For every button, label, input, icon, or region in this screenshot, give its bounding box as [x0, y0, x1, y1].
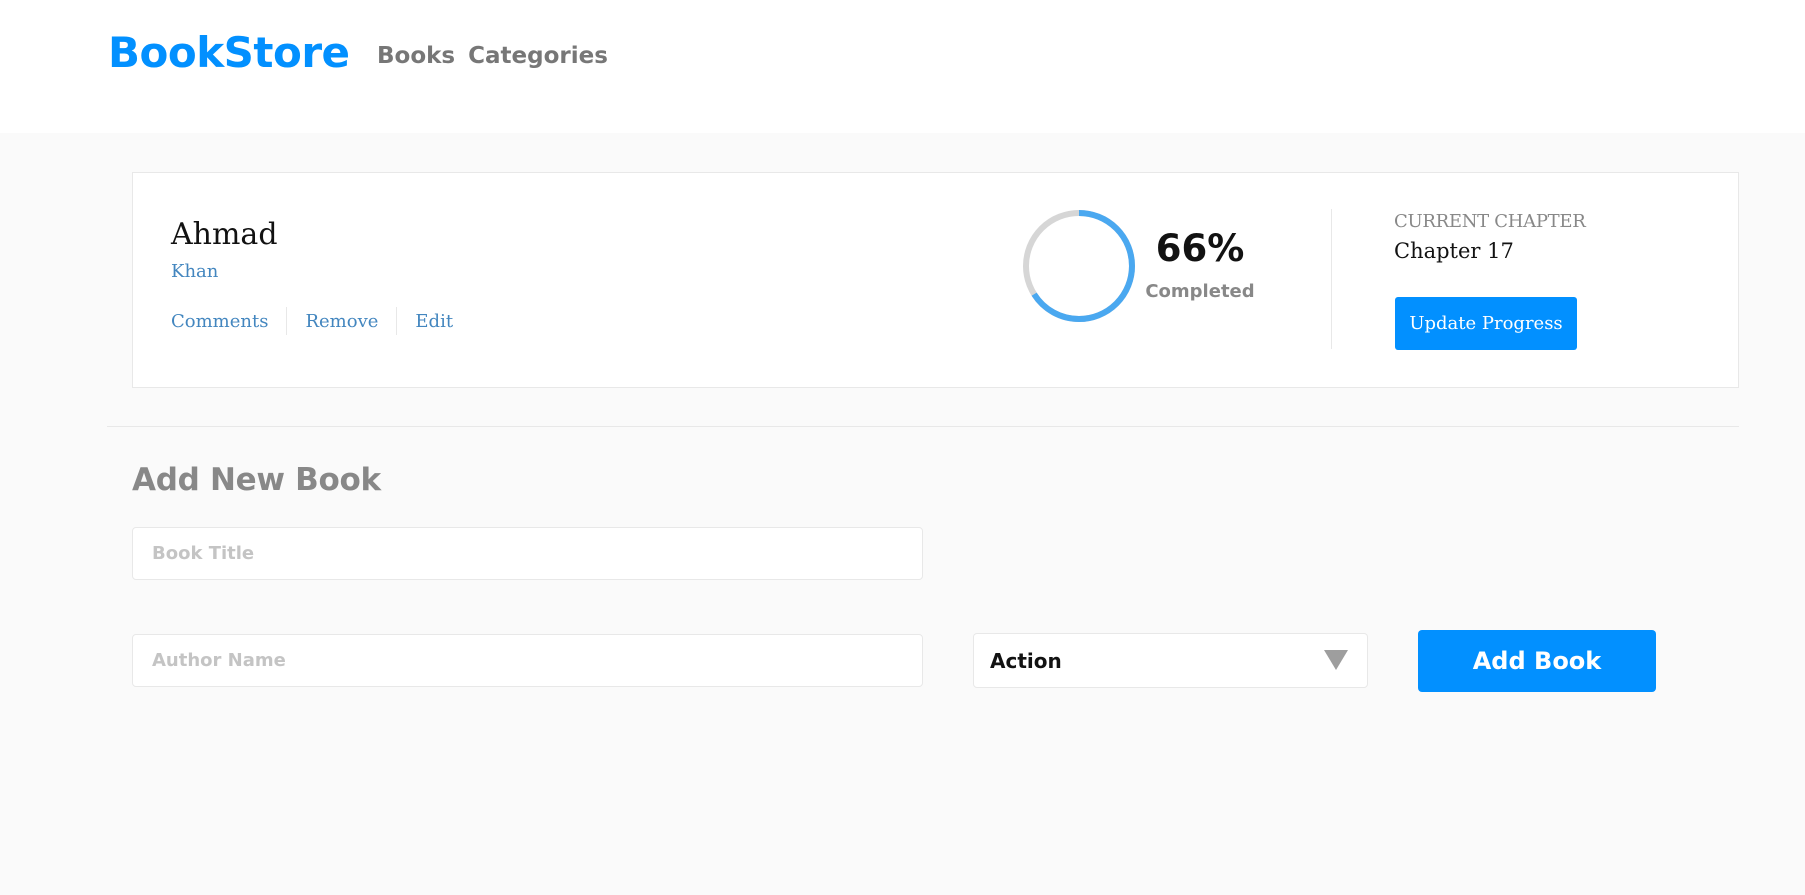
progress-percent: 66%: [1155, 227, 1245, 270]
update-progress-button[interactable]: Update Progress: [1395, 297, 1577, 350]
current-chapter-label: CURRENT CHAPTER: [1394, 211, 1586, 232]
main-nav: Books Categories: [377, 43, 608, 69]
author-name-input[interactable]: [132, 634, 923, 687]
logo[interactable]: BookStore: [108, 28, 350, 77]
completed-label: Completed: [1145, 281, 1255, 302]
category-select-value: Action: [990, 649, 1062, 673]
edit-link[interactable]: Edit: [415, 311, 453, 332]
card-divider: [1331, 209, 1332, 349]
category-select[interactable]: Action: [973, 633, 1368, 688]
nav-categories-link[interactable]: Categories: [468, 43, 608, 69]
action-divider: [286, 307, 288, 335]
section-divider: [107, 426, 1739, 427]
caret-down-icon: [1324, 650, 1348, 670]
comments-link[interactable]: Comments: [171, 311, 268, 332]
book-card: Ahmad Khan Comments Remove Edit 66% Comp…: [132, 172, 1739, 388]
current-chapter: Chapter 17: [1394, 239, 1514, 263]
action-divider: [396, 307, 398, 335]
book-title-input[interactable]: [132, 527, 923, 580]
add-book-button[interactable]: Add Book: [1418, 630, 1656, 692]
book-title: Ahmad: [171, 217, 278, 252]
progress-ring: [1023, 210, 1135, 322]
nav-books-link[interactable]: Books: [377, 43, 455, 69]
book-actions: Comments Remove Edit: [171, 307, 453, 335]
header: BookStore Books Categories: [0, 0, 1805, 133]
remove-link[interactable]: Remove: [305, 311, 378, 332]
form-heading: Add New Book: [132, 462, 381, 498]
book-author: Khan: [171, 261, 219, 282]
